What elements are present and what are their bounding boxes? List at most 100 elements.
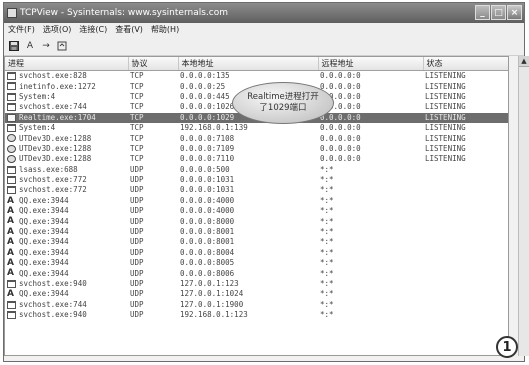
process-cell: svchost.exe:940 [5,310,128,320]
floppy-icon[interactable] [8,40,20,52]
process-name: QQ.exe:3944 [19,227,69,237]
local-address-cell: 0.0.0.0:4000 [180,206,235,216]
close-button[interactable]: × [507,5,522,20]
protocol-cell: TCP [130,81,144,91]
process-name: System:4 [19,91,56,101]
table-row[interactable]: Ä QQ.exe:3944 UDP 0.0.0.0:8001 *:* [5,237,508,247]
qq-app-icon: Ä [7,247,14,258]
table-row[interactable]: Ä QQ.exe:3944 UDP 0.0.0.0:8004 *:* [5,247,508,258]
window-app-icon [7,165,16,174]
table-row[interactable]: Ä QQ.exe:3944 UDP 0.0.0.0:4000 *:* [5,206,508,216]
local-address-cell: 0.0.0.0:8000 [180,216,235,226]
remote-address-cell: 0.0.0.0:0 [320,123,361,133]
table-row[interactable]: svchost.exe:772 UDP 0.0.0.0:1031 *:* [5,175,508,185]
minimize-button[interactable]: _ [475,5,490,20]
process-cell: UTDev3D.exe:1288 [5,133,128,143]
process-name: UTDev3D.exe:1288 [19,143,92,153]
protocol-cell: TCP [130,102,144,112]
font-a-icon[interactable]: A [24,40,36,52]
state-cell [423,268,508,278]
process-cell: svchost.exe:828 [5,71,128,82]
menu-file[interactable]: 文件(F) [8,23,35,37]
vertical-scrollbar[interactable]: ▲ [518,56,529,356]
table-row[interactable]: lsass.exe:688 UDP 0.0.0.0:500 *:* [5,164,508,175]
local-address-cell: 0.0.0.0:8004 [180,247,235,257]
remote-address-cell: *:* [320,175,334,185]
local-address-cell: 192.168.0.1:123 [180,310,248,320]
process-cell: svchost.exe:744 [5,102,128,112]
column-local-address[interactable]: 本地地址 [178,57,319,71]
window-app-icon [7,123,16,132]
state-cell [423,289,508,299]
process-cell: Ä QQ.exe:3944 [5,227,128,237]
process-cell: Ä QQ.exe:3944 [5,206,128,216]
local-address-cell: 0.0.0.0:8001 [180,227,235,237]
protocol-cell: UDP [130,175,144,185]
local-address-cell: 127.0.0.1:1024 [180,289,244,299]
protocol-cell: UDP [130,185,144,195]
process-cell: svchost.exe:744 [5,300,128,310]
remote-address-cell: *:* [320,185,334,195]
state-cell [423,279,508,289]
state-cell [423,196,508,206]
state-cell [423,310,508,320]
process-name: UTDev3D.exe:1288 [19,154,92,164]
state-cell: LISTENING [423,112,508,123]
process-name: lsass.exe:688 [19,164,78,174]
remote-address-cell: *:* [320,289,334,299]
protocol-cell: TCP [130,123,144,133]
menu-connection[interactable]: 连接(C) [79,23,107,37]
state-cell [423,165,508,175]
local-address-cell: 0.0.0.0:500 [180,164,230,174]
menu-options[interactable]: 选项(O) [43,23,72,37]
remote-address-cell: 0.0.0.0:0 [320,133,361,143]
table-row[interactable]: UTDev3D.exe:1288 TCP 0.0.0.0:7110 0.0.0.0:0… [5,154,508,164]
arrow-right-icon[interactable]: → [40,40,52,52]
state-cell [423,248,508,258]
process-cell: Ä QQ.exe:3944 [5,237,128,247]
table-row[interactable]: Ä QQ.exe:3944 UDP 0.0.0.0:8001 *:* [5,227,508,237]
title-bar[interactable]: TCPView - Sysinternals: www.sysinternals… [4,3,524,23]
refresh-icon[interactable] [56,40,68,52]
state-cell: LISTENING [425,123,466,133]
column-state[interactable]: 状态 [423,57,508,71]
table-row[interactable]: Ä QQ.exe:3944 UDP 0.0.0.0:8000 *:* [5,216,508,226]
table-row[interactable]: UTDev3D.exe:1288 TCP 0.0.0.0:7109 0.0.0.0:0… [5,143,508,154]
table-row[interactable]: svchost.exe:940 UDP 192.168.0.1:123 *:* [5,310,508,320]
process-cell: Ä QQ.exe:3944 [5,258,128,268]
protocol-cell: TCP [130,71,144,81]
state-cell: LISTENING [425,102,466,112]
table-row[interactable]: svchost.exe:940 UDP 127.0.0.1:123 *:* [5,279,508,289]
column-process[interactable]: 进程 [5,57,129,71]
table-row[interactable]: Ä QQ.exe:3944 UDP 0.0.0.0:8006 *:* [5,268,508,278]
remote-address-cell: *:* [320,206,334,216]
process-cell: UTDev3D.exe:1288 [5,154,128,164]
network-app-icon [7,155,16,164]
protocol-cell: UDP [130,227,144,237]
maximize-button[interactable]: □ [491,5,506,20]
process-name: QQ.exe:3944 [19,206,69,216]
table-row[interactable]: UTDev3D.exe:1288 TCP 0.0.0.0:7108 0.0.0.0:0… [5,133,508,143]
process-name: svchost.exe:940 [19,310,87,320]
table-row[interactable]: svchost.exe:828 TCP 0.0.0.0:135 0.0.0.0:0 LI… [5,71,508,82]
network-app-icon [7,144,16,153]
remote-address-cell: 0.0.0.0:0 [320,154,361,164]
state-cell: LISTENING [425,81,466,91]
table-row[interactable]: Ä QQ.exe:3944 UDP 0.0.0.0:8005 *:* [5,258,508,268]
table-row[interactable]: svchost.exe:744 UDP 127.0.0.1:1900 *:* [5,300,508,310]
scroll-up-icon[interactable]: ▲ [519,56,529,67]
column-protocol[interactable]: 协议 [128,57,179,71]
protocol-cell: UDP [130,289,144,299]
local-address-cell: 0.0.0.0:135 [180,71,230,81]
process-name: QQ.exe:3944 [19,258,69,268]
column-remote-address[interactable]: 远程地址 [318,57,424,71]
window-controls: _ □ × [475,5,522,20]
table-row[interactable]: Ä QQ.exe:3944 UDP 127.0.0.1:1024 *:* [5,289,508,299]
table-row[interactable]: Ä QQ.exe:3944 UDP 0.0.0.0:4000 *:* [5,196,508,206]
table-row[interactable]: System:4 TCP 192.168.0.1:139 0.0.0.0:0 LISTE… [5,123,508,133]
table-row[interactable]: svchost.exe:772 UDP 0.0.0.0:1031 *:* [5,185,508,195]
menu-help[interactable]: 帮助(H) [151,23,179,37]
protocol-cell: TCP [130,154,144,164]
remote-address-cell: *:* [320,268,334,278]
menu-view[interactable]: 查看(V) [115,23,143,37]
